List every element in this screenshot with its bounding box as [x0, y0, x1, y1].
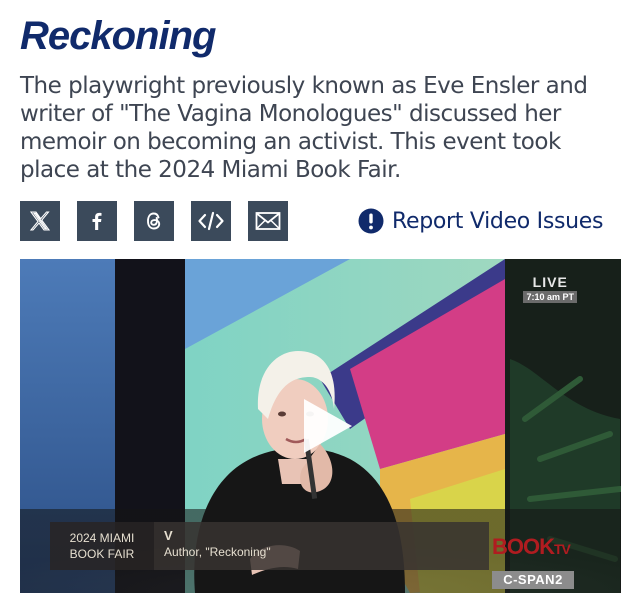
booktv-logo: BOOKTV — [492, 534, 571, 560]
cspan-number: 2 — [555, 572, 563, 587]
booktv-suffix: TV — [554, 541, 571, 557]
report-video-issues-link[interactable]: Report Video Issues — [358, 208, 604, 234]
video-player[interactable]: LIVE 7:10 am PT 2024 MIAMI BOOK FAIR V A… — [20, 259, 621, 593]
speaker-box: V Author, "Reckoning" — [154, 522, 489, 570]
live-label: LIVE — [532, 274, 568, 290]
exclamation-icon — [358, 208, 384, 234]
facebook-icon — [92, 212, 102, 230]
share-facebook-button[interactable] — [77, 201, 117, 241]
booktv-brand: BOOK — [492, 534, 555, 559]
x-icon — [29, 211, 51, 231]
cspan2-logo: C-SPAN2 — [492, 571, 574, 589]
embed-icon — [198, 211, 224, 231]
event-description: The playwright previously known as Eve E… — [20, 73, 588, 183]
speaker-name: V — [164, 528, 173, 543]
share-bar — [20, 201, 288, 241]
share-threads-button[interactable] — [134, 201, 174, 241]
threads-icon — [147, 212, 161, 230]
event-line-2: BOOK FAIR — [69, 547, 135, 561]
speaker-role: Author, "Reckoning" — [164, 545, 271, 559]
email-icon — [255, 212, 281, 230]
event-name-box: 2024 MIAMI BOOK FAIR — [50, 522, 154, 570]
cspan-prefix: C-SPAN — [503, 572, 556, 587]
live-time: 7:10 am PT — [523, 291, 577, 303]
event-line-1: 2024 MIAMI — [69, 531, 135, 545]
embed-code-button[interactable] — [191, 201, 231, 241]
page-title: Reckoning — [20, 14, 216, 58]
share-x-button[interactable] — [20, 201, 60, 241]
lower-third-caption: 2024 MIAMI BOOK FAIR V Author, "Reckonin… — [50, 522, 489, 570]
report-video-issues-label: Report Video Issues — [392, 208, 604, 234]
live-badge: LIVE 7:10 am PT — [523, 274, 577, 303]
play-icon[interactable] — [300, 397, 354, 455]
share-email-button[interactable] — [248, 201, 288, 241]
